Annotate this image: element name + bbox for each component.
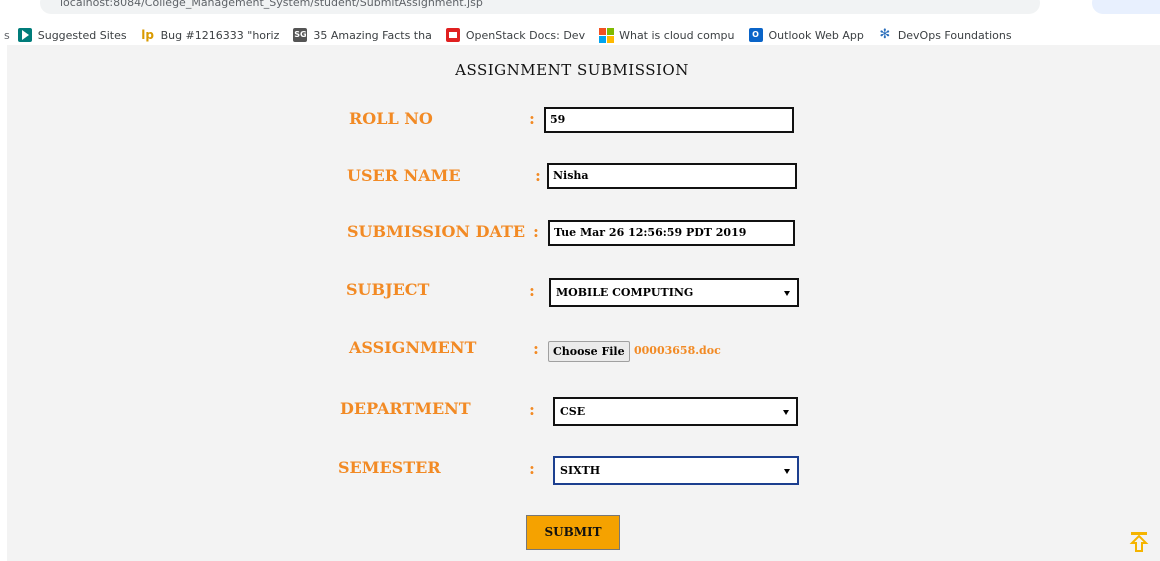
subject-select[interactable]: MOBILE COMPUTING (549, 278, 799, 307)
department-label: DEPARTMENT (340, 399, 471, 418)
dropdown-arrow-icon (784, 291, 790, 296)
colon: : (533, 222, 539, 241)
launchpad-icon: lp (141, 28, 154, 42)
bookmark-label: Suggested Sites (37, 28, 127, 42)
bookmark-label: OpenStack Docs: Dev (465, 28, 586, 42)
semester-label: SEMESTER (338, 458, 441, 477)
department-selected-value: CSE (560, 405, 586, 418)
bookmark-label: Outlook Web App (768, 28, 864, 42)
bookmark-label: What is cloud compu (619, 28, 735, 42)
subject-label: SUBJECT (346, 280, 430, 299)
address-bar[interactable]: localhost:8084/College_Management_System… (40, 0, 1040, 14)
scroll-to-top-icon[interactable] (1129, 531, 1149, 553)
user-name-input[interactable]: Nisha (547, 163, 797, 189)
colon: : (529, 400, 535, 419)
bookmark-cloud-computing[interactable]: What is cloud compu (599, 28, 735, 43)
bookmark-outlook[interactable]: O Outlook Web App (748, 28, 864, 42)
semester-selected-value: SIXTH (560, 464, 601, 477)
colon: : (529, 109, 535, 128)
submission-page: ASSIGNMENT SUBMISSION ROLL NO : 59 USER … (7, 45, 1160, 561)
colon: : (529, 281, 535, 300)
devops-icon: ✻ (879, 27, 891, 42)
colon: : (533, 339, 539, 358)
bookmark-label: Bug #1216333 "horiz (160, 28, 280, 42)
bing-icon (17, 28, 32, 42)
dropdown-arrow-icon (783, 410, 789, 415)
colon: : (529, 459, 535, 478)
microsoft-icon (599, 28, 615, 43)
bookmark-suggested-sites[interactable]: Suggested Sites (17, 28, 127, 42)
chosen-file-name: 00003658.doc (634, 344, 721, 357)
semester-select[interactable]: SIXTH (553, 456, 799, 485)
bookmark-devops[interactable]: ✻ DevOps Foundations (878, 27, 1012, 42)
bookmarks-bar: localhost:8084/College_Management_System… (0, 0, 1160, 45)
profile-button[interactable] (1092, 0, 1160, 14)
bookmark-openstack[interactable]: OpenStack Docs: Dev (445, 28, 586, 42)
openstack-icon (445, 28, 460, 42)
page-title: ASSIGNMENT SUBMISSION (455, 61, 689, 79)
sg-icon: SG (293, 28, 308, 42)
submit-button[interactable]: SUBMIT (526, 515, 620, 550)
choose-file-button[interactable]: Choose File (548, 341, 630, 362)
subject-selected-value: MOBILE COMPUTING (556, 286, 694, 299)
roll-no-input[interactable]: 59 (544, 107, 794, 133)
assignment-label: ASSIGNMENT (349, 338, 477, 357)
dropdown-arrow-icon (784, 469, 790, 474)
overflow-edge-icon: s (4, 28, 10, 42)
bookmark-label: 35 Amazing Facts tha (313, 28, 432, 42)
colon: : (535, 166, 541, 185)
submission-date-input[interactable]: Tue Mar 26 12:56:59 PDT 2019 (548, 220, 795, 246)
bookmark-label: DevOps Foundations (897, 28, 1012, 42)
outlook-icon: O (748, 28, 763, 42)
bookmark-amazing-facts[interactable]: SG 35 Amazing Facts tha (293, 28, 432, 42)
department-select[interactable]: CSE (553, 397, 798, 426)
roll-no-label: ROLL NO (349, 109, 433, 128)
address-text: localhost:8084/College_Management_System… (60, 0, 483, 9)
bookmark-bug[interactable]: lp Bug #1216333 "horiz (141, 28, 280, 42)
user-name-label: USER NAME (347, 166, 461, 185)
submission-date-label: SUBMISSION DATE (347, 222, 526, 241)
bookmarks-list: s Suggested Sites lp Bug #1216333 "horiz… (0, 24, 1026, 45)
